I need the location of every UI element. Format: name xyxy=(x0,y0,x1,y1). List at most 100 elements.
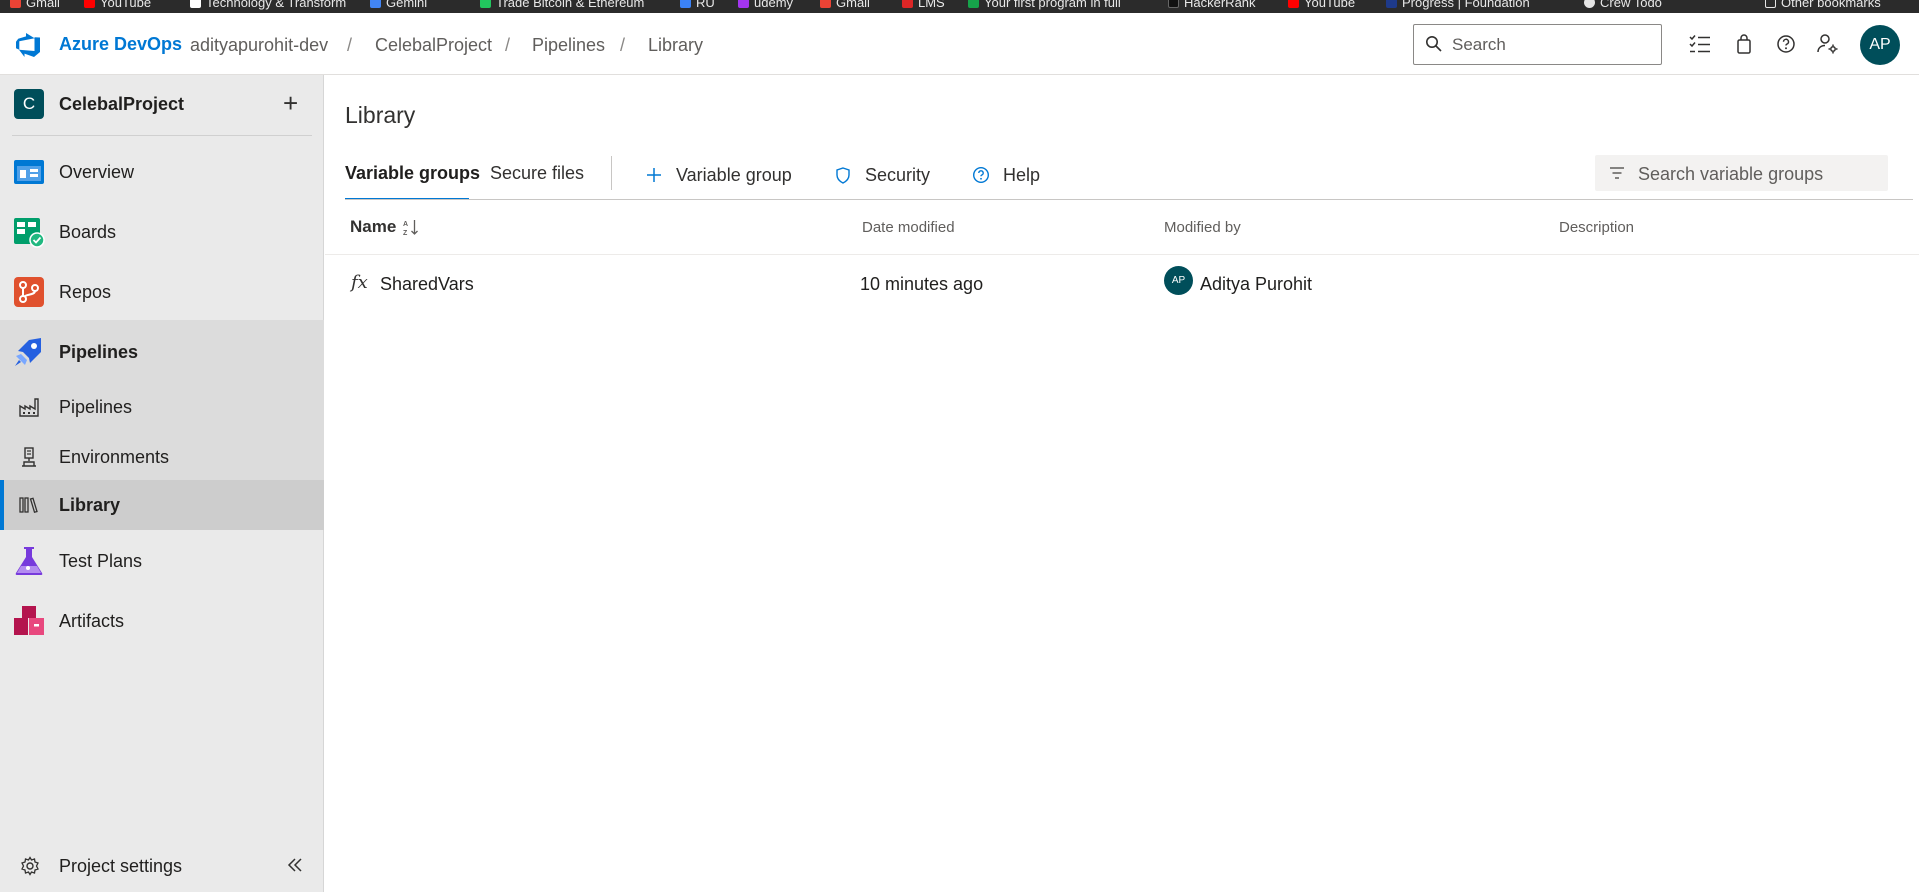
play-icon xyxy=(480,0,491,8)
sidebar-item-test-plans[interactable]: Test Plans xyxy=(0,531,324,591)
gear-icon xyxy=(21,856,39,876)
gemini-icon xyxy=(370,0,381,8)
sort-icon[interactable]: A Z xyxy=(403,219,419,236)
tab-secure-files[interactable]: Secure files xyxy=(490,163,584,184)
sidebar-item-label: Boards xyxy=(59,222,117,242)
sidebar-item-pipelines[interactable]: Pipelines xyxy=(0,322,324,382)
svg-text:A: A xyxy=(403,221,408,228)
collapse-sidebar-icon[interactable] xyxy=(284,854,306,876)
project-name[interactable]: CelebalProject xyxy=(59,94,184,115)
sidebar-item-repos[interactable]: Repos xyxy=(0,262,324,322)
search-variable-groups-input[interactable] xyxy=(1638,163,1878,185)
bookmark-item[interactable]: HackerRank xyxy=(1168,0,1256,10)
add-variable-group-button[interactable]: Variable group xyxy=(644,163,792,187)
add-icon[interactable]: + xyxy=(283,90,298,116)
bookmark-item[interactable]: udemy xyxy=(738,0,793,10)
project-avatar: C xyxy=(14,89,44,119)
breadcrumb-project[interactable]: CelebalProject xyxy=(375,35,492,56)
bookmark-item[interactable]: Other bookmarks xyxy=(1765,0,1881,10)
avatar: AP xyxy=(1164,266,1193,295)
brand-title[interactable]: Azure DevOps xyxy=(59,34,182,55)
svg-text:Z: Z xyxy=(403,230,408,236)
bookmark-item[interactable]: Technology & Transform xyxy=(190,0,346,10)
bookmark-item[interactable]: YouTube xyxy=(84,0,151,10)
project-header[interactable]: C CelebalProject + xyxy=(0,75,324,135)
tab-variable-groups[interactable]: Variable groups xyxy=(345,163,480,184)
search-input[interactable] xyxy=(1452,34,1652,56)
variable-group-name[interactable]: SharedVars xyxy=(380,274,474,295)
bookmark-icon xyxy=(1386,0,1397,8)
breadcrumb-library[interactable]: Library xyxy=(648,35,703,56)
column-header-modified-by[interactable]: Modified by xyxy=(1164,219,1241,236)
hackerrank-icon xyxy=(1168,0,1179,8)
variable-group-filter[interactable] xyxy=(1595,155,1888,191)
bookmark-item[interactable]: Crew Todo xyxy=(1584,0,1662,10)
sidebar-item-label: Repos xyxy=(59,282,112,302)
bookmark-icon xyxy=(680,0,691,8)
bookmark-item[interactable]: Trade Bitcoin & Ethereum xyxy=(480,0,644,10)
global-search[interactable] xyxy=(1413,24,1662,65)
bookmark-item[interactable]: YouTube xyxy=(1288,0,1355,10)
udemy-icon xyxy=(738,0,749,8)
shield-icon xyxy=(833,165,853,185)
bookmark-item[interactable]: Progress | Foundation xyxy=(1386,0,1530,10)
sidebar-item-label: Test Plans xyxy=(59,551,143,571)
sidebar-subitem-pipelines[interactable]: Pipelines xyxy=(0,382,324,432)
project-settings-row[interactable]: Project settings xyxy=(0,839,324,892)
security-button[interactable]: Security xyxy=(833,163,930,187)
bookmark-item[interactable]: Gmail xyxy=(10,0,60,10)
bookmark-item[interactable]: Your first program in full xyxy=(968,0,1121,10)
azure-devops-logo-icon[interactable] xyxy=(16,32,42,58)
sidebar-item-overview[interactable]: Overview xyxy=(0,142,324,202)
sidebar-item-boards[interactable]: Boards xyxy=(0,202,324,262)
gmail-icon xyxy=(820,0,831,8)
toolbar-divider xyxy=(611,156,612,190)
bookmark-item[interactable]: LMS xyxy=(902,0,945,10)
sidebar-subitem-library[interactable]: Library xyxy=(0,480,324,530)
variable-group-icon: fx xyxy=(351,272,368,293)
test-plans-icon xyxy=(15,547,43,575)
sidebar-subitem-label: Library xyxy=(59,495,121,515)
user-settings-icon[interactable] xyxy=(1816,32,1840,56)
task-list-icon[interactable] xyxy=(1688,32,1712,56)
library-icon xyxy=(19,497,38,513)
bookmark-icon xyxy=(902,0,913,8)
main-content: Library Variable groups Secure files Var… xyxy=(325,75,1919,892)
help-circle-icon xyxy=(971,165,991,185)
column-header-date-modified[interactable]: Date modified xyxy=(862,219,955,236)
artifacts-icon xyxy=(14,606,44,635)
table-row[interactable]: fx SharedVars 10 minutes ago AP Aditya P… xyxy=(325,256,1919,313)
search-icon xyxy=(1426,36,1442,52)
boards-icon xyxy=(14,218,45,248)
date-modified-cell: 10 minutes ago xyxy=(860,274,984,294)
modified-by-cell: Aditya Purohit xyxy=(1200,274,1313,294)
breadcrumb-pipelines[interactable]: Pipelines xyxy=(532,35,605,56)
sidebar-item-label: Overview xyxy=(59,162,135,182)
sidebar-subitem-label: Pipelines xyxy=(59,397,133,417)
column-header-description[interactable]: Description xyxy=(1559,219,1634,236)
top-header: Azure DevOps adityapurohit-dev / Celebal… xyxy=(0,13,1919,75)
help-button[interactable]: Help xyxy=(971,163,1040,187)
table-header: Name A Z Date modified Modified by Descr… xyxy=(325,200,1919,255)
shopping-bag-icon[interactable] xyxy=(1732,32,1756,56)
pipeline-factory-icon xyxy=(19,398,39,417)
sidebar-item-artifacts[interactable]: Artifacts xyxy=(0,591,324,651)
divider xyxy=(12,135,312,136)
sidebar-item-label: Pipelines xyxy=(59,342,139,362)
bookmark-item[interactable]: Gmail xyxy=(820,0,870,10)
gmail-icon xyxy=(10,0,21,8)
bookmark-item[interactable]: RU xyxy=(680,0,715,10)
user-avatar[interactable]: AP xyxy=(1860,25,1900,65)
bookmark-icon xyxy=(968,0,979,8)
sidebar-subitem-environments[interactable]: Environments xyxy=(0,432,324,482)
breadcrumb-organization[interactable]: adityapurohit-dev xyxy=(190,35,328,56)
bookmark-item[interactable]: Gemini xyxy=(370,0,427,10)
bookmark-icon xyxy=(190,0,201,8)
overview-icon xyxy=(14,160,44,184)
project-settings-label: Project settings xyxy=(59,856,183,876)
selected-indicator xyxy=(0,480,4,530)
youtube-icon xyxy=(84,0,95,8)
column-header-name[interactable]: Name A Z xyxy=(350,217,419,237)
repos-icon xyxy=(14,277,44,307)
help-icon[interactable] xyxy=(1774,32,1798,56)
